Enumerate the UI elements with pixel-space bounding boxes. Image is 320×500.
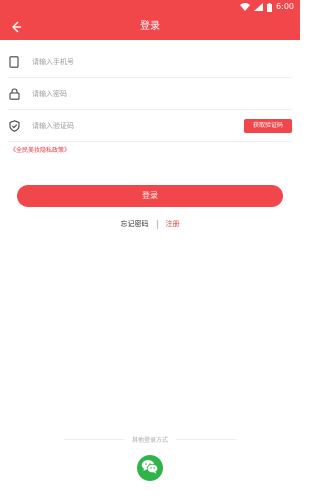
app-bar: 登录 bbox=[0, 14, 300, 40]
password-input[interactable] bbox=[32, 84, 232, 104]
wechat-login-button[interactable] bbox=[137, 455, 163, 481]
other-login-label: 其他登录方式 bbox=[132, 436, 169, 444]
shield-icon bbox=[7, 119, 21, 133]
status-bar: 6:00 bbox=[0, 0, 300, 14]
lock-icon bbox=[7, 87, 21, 101]
link-separator bbox=[156, 219, 158, 229]
divider-line bbox=[64, 438, 124, 440]
get-code-button[interactable]: 获取验证码 bbox=[244, 119, 292, 133]
forgot-password-link[interactable]: 忘记密码 bbox=[121, 219, 149, 229]
phone-input[interactable] bbox=[32, 52, 232, 72]
divider-line bbox=[176, 438, 237, 440]
signal-icon bbox=[254, 3, 264, 11]
auth-links: 忘记密码 注册 bbox=[0, 218, 300, 230]
divider bbox=[8, 141, 292, 142]
status-time: 6:00 bbox=[276, 2, 294, 11]
wechat-icon bbox=[141, 459, 159, 478]
login-button[interactable]: 登录 bbox=[17, 185, 283, 207]
page-title: 登录 bbox=[140, 21, 160, 32]
privacy-policy-link[interactable]: 《全民美妆隐私政策》 bbox=[10, 145, 70, 154]
code-input[interactable] bbox=[32, 116, 232, 136]
phone-icon bbox=[7, 55, 21, 69]
wifi-icon bbox=[240, 3, 251, 11]
code-row: 获取验证码 bbox=[0, 110, 300, 142]
password-row bbox=[0, 78, 300, 110]
battery-icon bbox=[267, 2, 273, 12]
register-link[interactable]: 注册 bbox=[166, 219, 180, 229]
other-login-divider: 其他登录方式 bbox=[64, 434, 237, 444]
phone-row bbox=[0, 46, 300, 78]
status-icons: 6:00 bbox=[240, 1, 294, 13]
